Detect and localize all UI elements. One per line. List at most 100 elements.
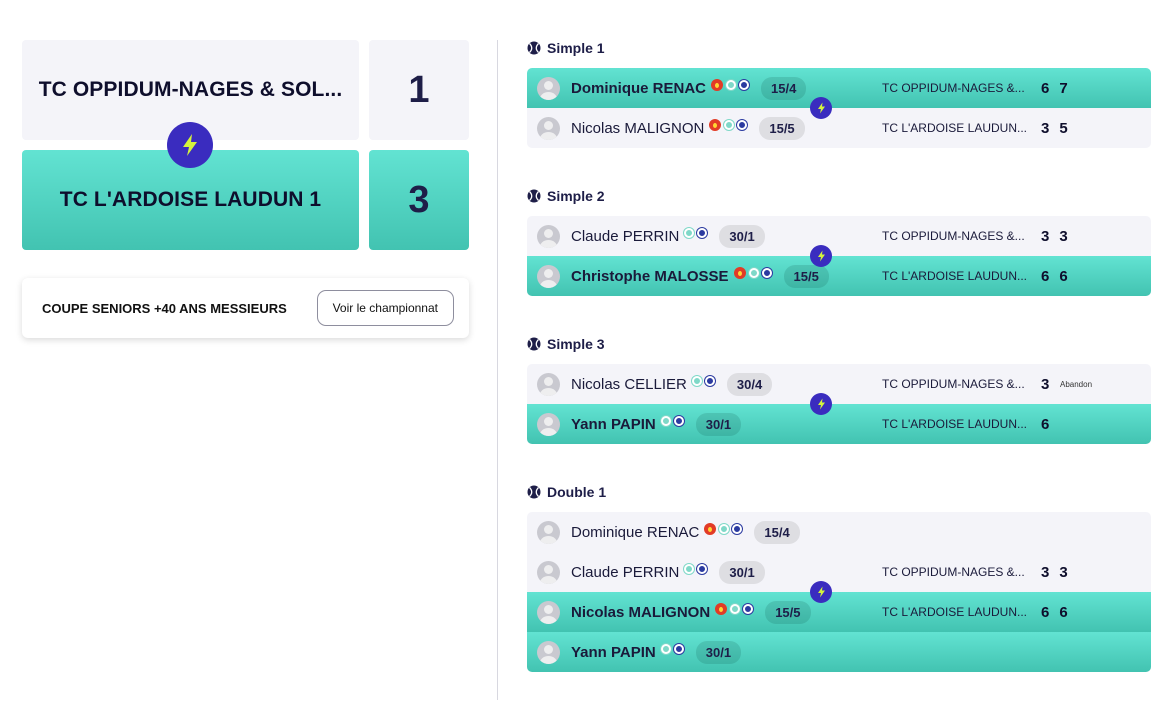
tennis-ball-icon <box>527 189 541 203</box>
fire-icon <box>711 79 723 91</box>
retirement-note: Abandon <box>1060 379 1093 389</box>
ball-icon <box>691 376 702 386</box>
set-scores: 66 <box>1041 268 1068 285</box>
ball-icon <box>719 524 730 534</box>
ball-icon <box>660 416 671 426</box>
ranking-badge: 30/1 <box>695 640 742 664</box>
set-score: 3 <box>1041 227 1050 245</box>
player-name[interactable]: Nicolas MALIGNON <box>571 604 710 621</box>
ball-icon <box>684 564 695 574</box>
player-row: Yann PAPIN 30/1 <box>527 632 1151 672</box>
competition-card: COUPE SENIORS +40 ANS MESSIEURS Voir le … <box>22 278 469 338</box>
fire-icon <box>715 603 728 615</box>
away-score: 3 <box>408 178 430 221</box>
club-name: TC L'ARDOISE LAUDUN... <box>882 121 1027 135</box>
player-row: Yann PAPIN 30/1 TC L'ARDOISE LAUDUN... 6 <box>527 404 1151 444</box>
avatar <box>537 116 560 140</box>
avatar <box>537 600 560 624</box>
home-score: 1 <box>408 68 430 111</box>
club-name: TC OPPIDUM-NAGES &... <box>882 565 1025 579</box>
player-badges <box>660 416 684 426</box>
set-scores: 66 <box>1041 604 1068 621</box>
match-title: Double 1 <box>527 484 606 500</box>
medal-icon <box>732 524 743 534</box>
set-score: 7 <box>1059 79 1068 97</box>
ranking-badge: 15/5 <box>783 264 829 288</box>
club-name: TC OPPIDUM-NAGES &... <box>882 81 1025 95</box>
ball-icon <box>724 120 735 130</box>
player-row: Claude PERRIN 30/1 TC OPPIDUM-NAGES &... 3 3 <box>527 552 1151 603</box>
player-badges <box>691 376 715 386</box>
tennis-ball-icon <box>527 337 541 351</box>
competition-title: COUPE SENIORS +40 ANS MESSIEURS <box>42 300 287 316</box>
match-title: Simple 2 <box>527 188 605 204</box>
match-title: Simple 3 <box>527 336 605 352</box>
match-card[interactable]: Dominique RENAC 15/4 Claude PERRIN 30/1 TC O… <box>527 512 1151 672</box>
winner-bolt-icon <box>167 122 213 168</box>
player-name[interactable]: Yann PAPIN <box>571 644 656 661</box>
club-name: TC OPPIDUM-NAGES &... <box>882 229 1025 243</box>
medal-icon <box>673 416 684 426</box>
view-championship-button[interactable]: Voir le championnat <box>316 290 454 326</box>
player-name[interactable]: Dominique RENAC <box>571 80 706 97</box>
set-score: 6 <box>1041 267 1050 285</box>
medal-icon <box>697 564 708 574</box>
avatar <box>537 412 560 436</box>
player-row: Nicolas MALIGNON 15/5 TC L'ARDOISE LAUDUN.… <box>527 592 1151 632</box>
set-score: 6 <box>1041 415 1050 433</box>
ranking-badge: 30/4 <box>726 372 773 396</box>
medal-icon <box>737 120 748 130</box>
away-team-name: TC L'ARDOISE LAUDUN 1 <box>59 188 322 211</box>
match-title: Simple 1 <box>527 40 605 56</box>
set-scores: 33 <box>1041 564 1068 581</box>
avatar <box>537 224 560 248</box>
player-row: Christophe MALOSSE 15/5 TC L'ARDOISE LAUDU… <box>527 256 1151 296</box>
home-team-name: TC OPPIDUM-NAGES & SOL... <box>38 78 343 101</box>
player-row: Nicolas CELLIER 30/4 TC OPPIDUM-NAGES &...… <box>527 364 1151 415</box>
medal-icon <box>739 80 749 90</box>
ball-icon <box>660 644 671 654</box>
set-scores: 6 <box>1041 416 1049 433</box>
player-name[interactable]: Claude PERRIN <box>571 564 679 581</box>
club-name: TC L'ARDOISE LAUDUN... <box>882 417 1027 431</box>
player-row: Nicolas MALIGNON 15/5 TC L'ARDOISE LAUDUN.… <box>527 108 1151 148</box>
match-card[interactable]: Nicolas CELLIER 30/4 TC OPPIDUM-NAGES &...… <box>527 364 1151 444</box>
avatar <box>537 76 560 100</box>
ranking-badge: 15/5 <box>765 600 811 624</box>
medal-icon <box>673 644 684 654</box>
ranking-badge: 30/1 <box>695 412 742 436</box>
winner-bolt-icon <box>810 581 832 603</box>
player-row: Dominique RENAC 15/4 <box>527 512 1151 552</box>
avatar <box>537 264 560 288</box>
winner-bolt-icon <box>810 393 832 415</box>
set-score: 3 <box>1041 119 1050 137</box>
avatar <box>537 520 560 544</box>
set-scores: 33 <box>1041 228 1068 245</box>
vertical-divider <box>497 40 498 700</box>
ranking-badge: 15/4 <box>761 76 807 100</box>
set-score: 6 <box>1041 603 1050 621</box>
avatar <box>537 372 560 396</box>
player-badges <box>709 119 748 131</box>
set-scores: 3 <box>1041 376 1049 393</box>
player-name[interactable]: Yann PAPIN <box>571 416 656 433</box>
club-name: TC L'ARDOISE LAUDUN... <box>882 605 1027 619</box>
player-name[interactable]: Nicolas MALIGNON <box>571 120 704 137</box>
tennis-ball-icon <box>527 485 541 499</box>
match-card[interactable]: Dominique RENAC 15/4 TC OPPIDUM-NAGES &...… <box>527 68 1151 148</box>
ball-icon <box>730 604 741 614</box>
player-badges <box>684 228 708 238</box>
set-score: 3 <box>1059 563 1068 581</box>
player-name[interactable]: Claude PERRIN <box>571 228 679 245</box>
player-row: Dominique RENAC 15/4 TC OPPIDUM-NAGES &...… <box>527 68 1151 119</box>
ranking-badge: 15/5 <box>759 116 805 140</box>
set-scores: 67 <box>1041 80 1068 97</box>
fire-icon <box>704 523 717 535</box>
player-name[interactable]: Nicolas CELLIER <box>571 376 687 393</box>
player-name[interactable]: Dominique RENAC <box>571 524 699 541</box>
match-card[interactable]: Claude PERRIN 30/1 TC OPPIDUM-NAGES &... 3 3… <box>527 216 1151 296</box>
fire-icon <box>733 267 746 279</box>
away-score-box: 3 <box>369 150 469 250</box>
player-name[interactable]: Christophe MALOSSE <box>571 268 729 285</box>
club-name: TC L'ARDOISE LAUDUN... <box>882 269 1027 283</box>
